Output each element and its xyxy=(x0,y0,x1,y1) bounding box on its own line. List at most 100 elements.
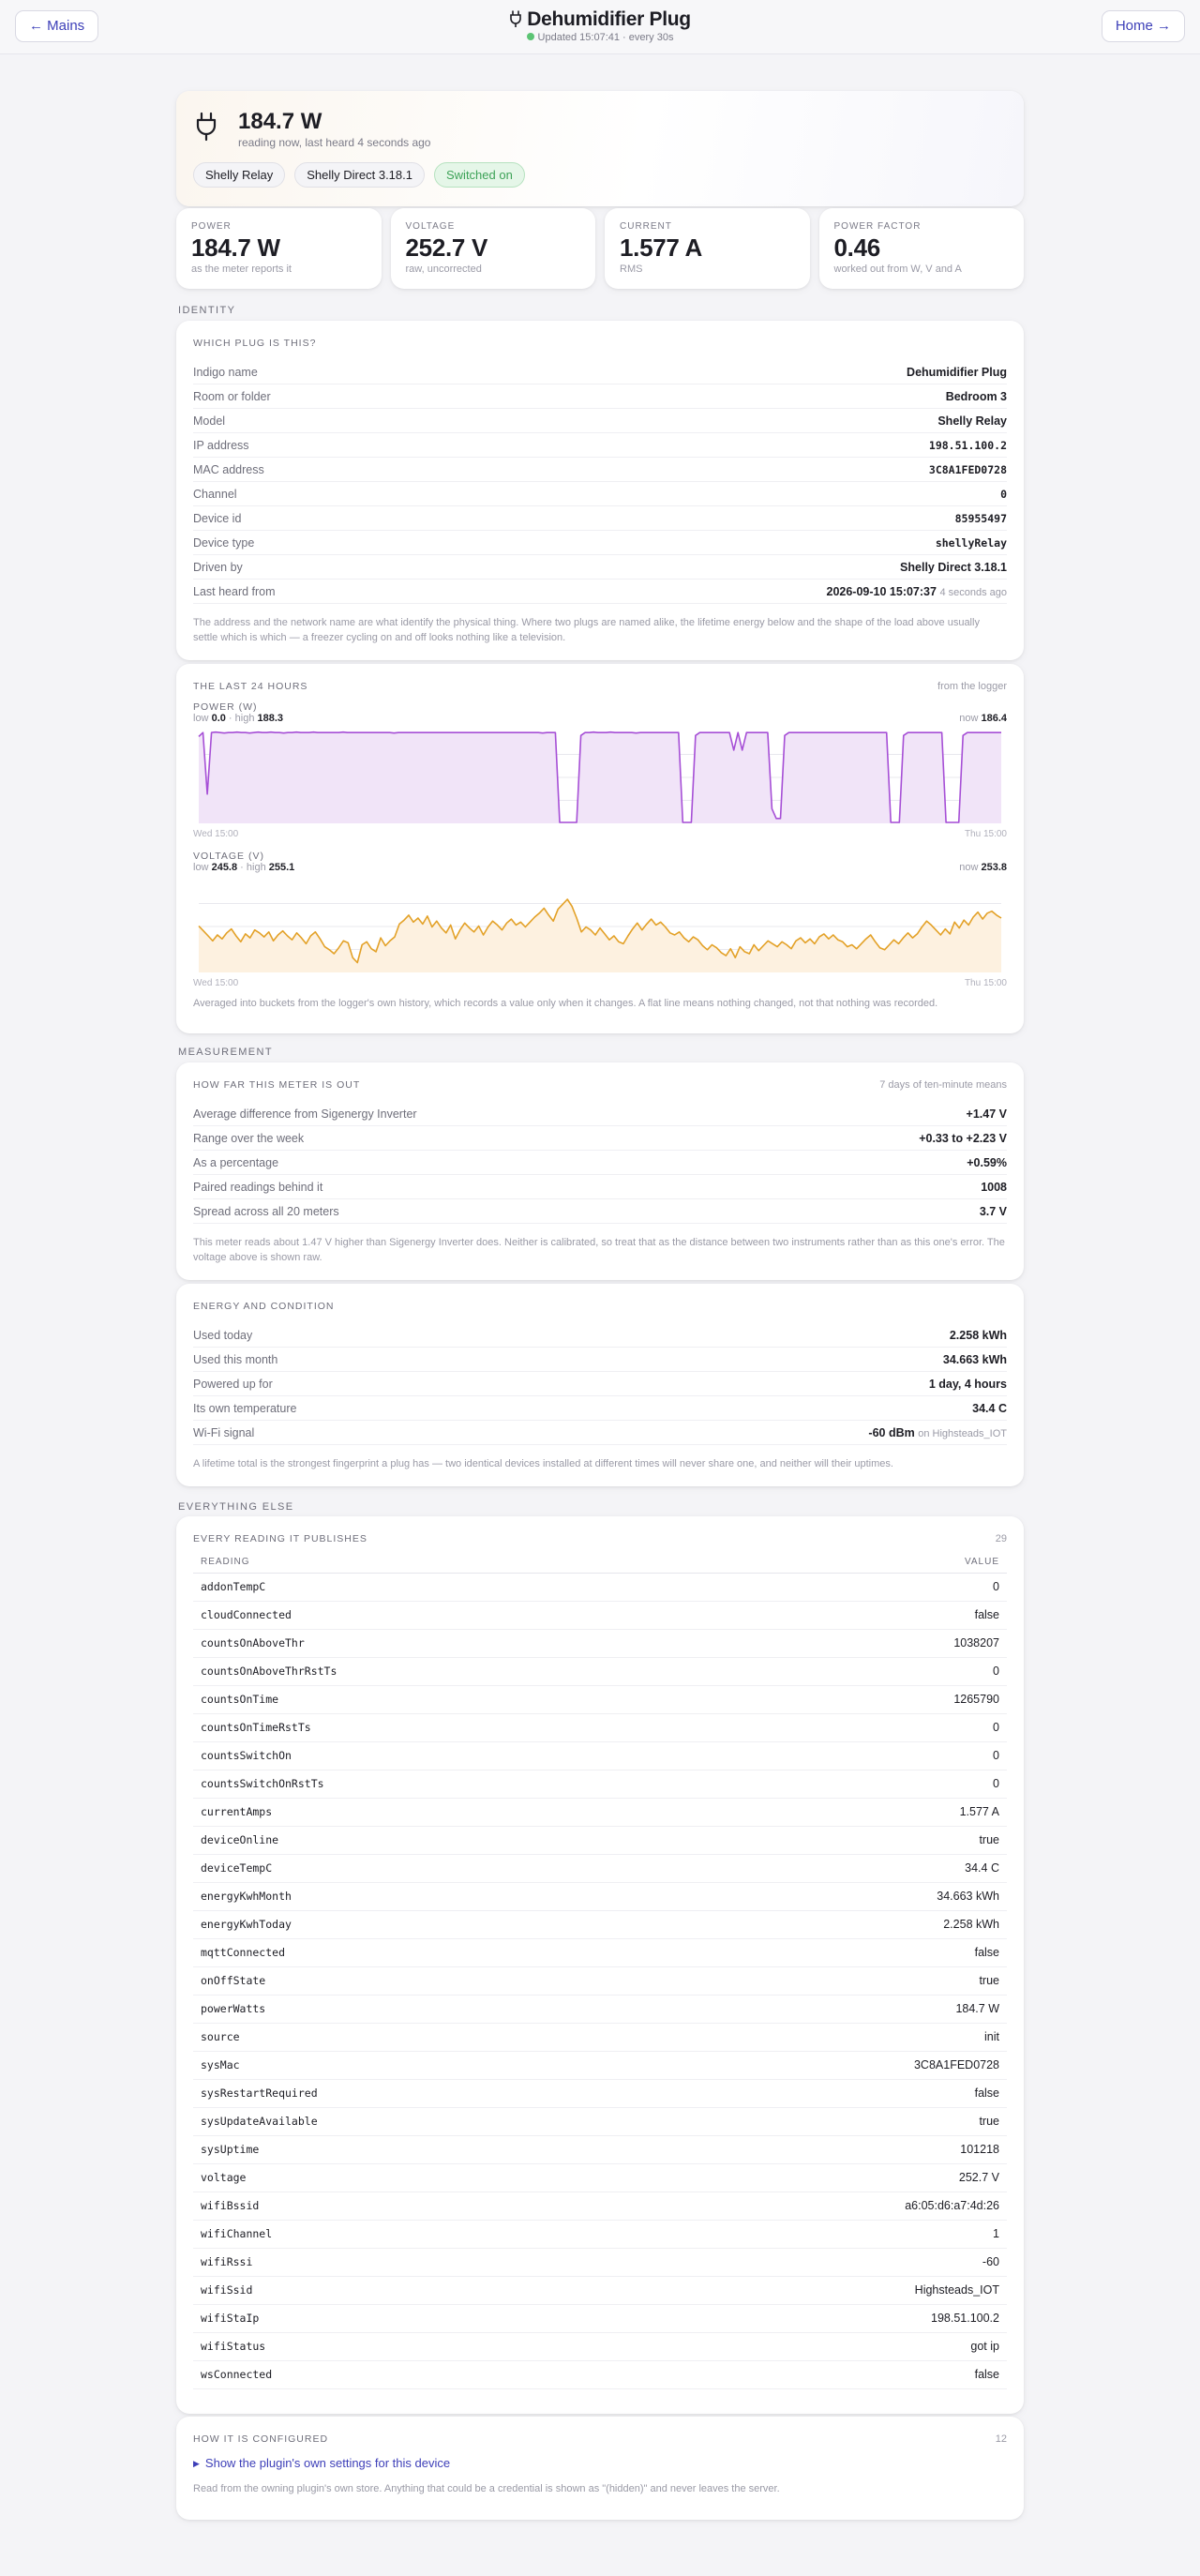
reading-value: 1038207 xyxy=(665,1629,1007,1658)
detail-value-text: 2.258 kWh xyxy=(949,1328,1007,1342)
x-tick-label: Wed 15:00 xyxy=(193,978,239,988)
tile-value: 1.577 A xyxy=(620,233,702,262)
column-header-value: VALUE xyxy=(665,1548,1007,1574)
detail-value: Dehumidifier Plug xyxy=(907,366,1007,379)
detail-value-note: on Highsteads_IOT xyxy=(918,1427,1007,1439)
table-row: cloudConnected false xyxy=(193,1601,1007,1630)
detail-row: As a percentage +0.59% xyxy=(193,1151,1007,1175)
detail-value: Bedroom 3 xyxy=(946,390,1007,403)
config-heading: HOW IT IS CONFIGURED xyxy=(193,2433,329,2445)
identity-heading: WHICH PLUG IS THIS? xyxy=(193,338,317,349)
reading-value: 0 xyxy=(665,1657,1007,1686)
detail-row: Used this month 34.663 kWh xyxy=(193,1348,1007,1372)
tile-note: worked out from W, V and A xyxy=(833,264,962,275)
detail-row: Last heard from 2026-09-10 15:07:37 4 sec… xyxy=(193,580,1007,604)
reading-value: init xyxy=(665,2023,1007,2052)
page-header: Dehumidifier Plug Updated 15:07:41 · eve… xyxy=(412,8,788,43)
top-bar: ← Mains Dehumidifier Plug Updated 15:07:… xyxy=(0,0,1200,54)
reading-name: sysUpdateAvailable xyxy=(193,2107,666,2136)
reading-value: 34.663 kWh xyxy=(665,1882,1007,1911)
card-heading: EVERY READING IT PUBLISHES 29 xyxy=(193,1533,1007,1544)
reading-value: a6:05:d6:a7:4d:26 xyxy=(665,2192,1007,2221)
readings-table: READING VALUE addonTempC 0 cloudConnected f… xyxy=(193,1548,1007,2389)
reading-value: 0 xyxy=(665,1741,1007,1770)
detail-row: MAC address 3C8A1FED0728 xyxy=(193,458,1007,482)
reading-value: 0 xyxy=(665,1573,1007,1602)
energy-footnote: A lifetime total is the strongest finger… xyxy=(193,1458,893,1469)
tile-label: CURRENT xyxy=(620,221,672,232)
reading-value: 3C8A1FED0728 xyxy=(665,2051,1007,2080)
reading-name: countsOnAboveThrRstTs xyxy=(193,1657,666,1686)
history-source: from the logger xyxy=(938,681,1007,692)
table-row: powerWatts 184.7 W xyxy=(193,1995,1007,2024)
detail-value-text: 85955497 xyxy=(954,511,1007,525)
reading-name: sysMac xyxy=(193,2051,666,2080)
model-chip: Shelly Relay xyxy=(193,162,286,188)
detail-value-text: 1008 xyxy=(981,1180,1007,1194)
table-row: currentAmps 1.577 A xyxy=(193,1798,1007,1827)
detail-key: Device type xyxy=(193,535,255,550)
table-row: wsConnected false xyxy=(193,2360,1007,2389)
detail-value: 1008 xyxy=(981,1181,1007,1194)
plugin-settings-toggle[interactable]: ▶ Show the plugin's own settings for this… xyxy=(193,2456,1007,2470)
detail-key: Room or folder xyxy=(193,389,271,403)
table-row: deviceTempC 34.4 C xyxy=(193,1854,1007,1883)
reading-name: countsOnTime xyxy=(193,1685,666,1714)
driver-chip: Shelly Direct 3.18.1 xyxy=(294,162,425,188)
table-row: countsSwitchOn 0 xyxy=(193,1741,1007,1770)
power-now: 186.4 xyxy=(981,713,1007,724)
card-heading: HOW FAR THIS METER IS OUT 7 days of ten-… xyxy=(193,1079,1007,1091)
voltage-low: 245.8 xyxy=(211,862,238,873)
tile-label: POWER xyxy=(191,221,232,232)
card-heading: ENERGY AND CONDITION xyxy=(193,1301,1007,1312)
readings-count: 29 xyxy=(995,1533,1007,1544)
power-tile: POWER 184.7 W as the meter reports it xyxy=(176,208,382,289)
detail-key: Paired readings behind it xyxy=(193,1180,323,1194)
config-count: 12 xyxy=(995,2433,1007,2445)
detail-value-text: Shelly Relay xyxy=(938,414,1007,428)
back-to-mains-button[interactable]: ← Mains xyxy=(15,10,99,42)
detail-value-text: 34.663 kWh xyxy=(942,1352,1007,1366)
reading-name: sysRestartRequired xyxy=(193,2079,666,2108)
series-area xyxy=(199,899,1001,972)
plugin-settings-toggle-label: Show the plugin's own settings for this … xyxy=(204,2456,451,2470)
detail-key: Driven by xyxy=(193,560,243,574)
reading-name: countsOnTimeRstTs xyxy=(193,1713,666,1742)
history-footnote: Averaged into buckets from the logger's … xyxy=(193,998,938,1009)
detail-value-text: 3C8A1FED0728 xyxy=(928,462,1007,476)
detail-value-text: Bedroom 3 xyxy=(945,389,1007,403)
detail-key: Model xyxy=(193,414,226,428)
stat-label: high xyxy=(234,713,255,724)
table-row: wifiBssid a6:05:d6:a7:4d:26 xyxy=(193,2192,1007,2221)
section-identity: IDENTITY xyxy=(178,305,236,316)
table-row: countsOnTimeRstTs 0 xyxy=(193,1713,1007,1742)
reading-value: true xyxy=(665,1826,1007,1855)
table-row: wifiRssi -60 xyxy=(193,2248,1007,2277)
detail-value: 3C8A1FED0728 xyxy=(929,463,1007,476)
detail-row: Spread across all 20 meters 3.7 V xyxy=(193,1199,1007,1224)
metric-tiles: POWER 184.7 W as the meter reports it VO… xyxy=(176,208,1024,289)
history-card: THE LAST 24 HOURS from the logger POWER … xyxy=(176,664,1024,1033)
reading-name: voltage xyxy=(193,2163,666,2192)
hero-reading: 184.7 W xyxy=(238,109,322,134)
detail-value-text: +0.59% xyxy=(967,1155,1007,1169)
reading-value: got ip xyxy=(665,2332,1007,2361)
detail-value: 34.663 kWh xyxy=(943,1353,1007,1366)
voltage-chart xyxy=(198,898,1002,972)
reading-name: wifiBssid xyxy=(193,2192,666,2221)
home-button[interactable]: Home → xyxy=(1101,10,1185,42)
detail-value-text: +0.33 to +2.23 V xyxy=(919,1131,1007,1145)
detail-row: Device type shellyRelay xyxy=(193,531,1007,555)
history-heading: THE LAST 24 HOURS xyxy=(193,681,308,692)
reading-name: onOffState xyxy=(193,1966,666,1996)
detail-value: +1.47 V xyxy=(967,1107,1007,1121)
table-row: wifiStaIp 198.51.100.2 xyxy=(193,2304,1007,2333)
detail-key: Last heard from xyxy=(193,584,276,598)
reading-name: wifiSsid xyxy=(193,2276,666,2305)
detail-value-text: 34.4 C xyxy=(972,1401,1007,1415)
power-factor-tile: POWER FACTOR 0.46 worked out from W, V a… xyxy=(818,208,1024,289)
table-row: countsOnTime 1265790 xyxy=(193,1685,1007,1714)
detail-row: Average difference from Sigenergy Invert… xyxy=(193,1102,1007,1126)
detail-value: +0.33 to +2.23 V xyxy=(919,1132,1007,1145)
detail-value: 34.4 C xyxy=(972,1402,1007,1415)
